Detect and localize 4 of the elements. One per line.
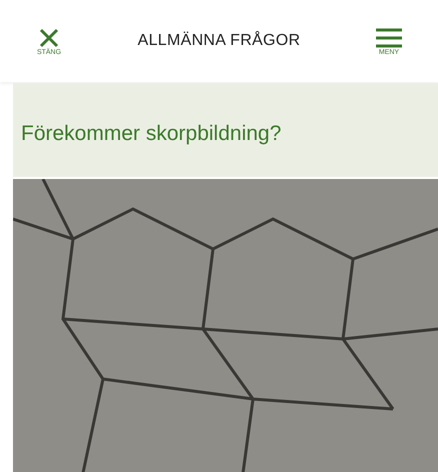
page-title: ALLMÄNNA FRÅGOR [138, 30, 300, 51]
menu-icon [374, 26, 403, 48]
question-title: Förekommer skorpbildning? [21, 121, 282, 148]
close-icon [38, 26, 60, 48]
